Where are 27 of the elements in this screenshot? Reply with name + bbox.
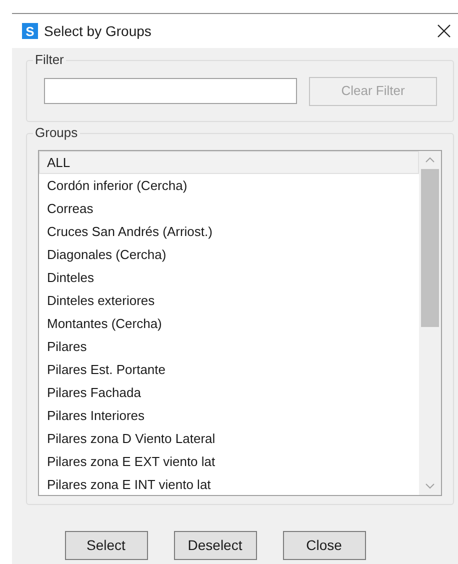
group-item[interactable]: Cordón inferior (Cercha) xyxy=(39,174,419,197)
group-item[interactable]: Dinteles xyxy=(39,266,419,289)
scroll-down-icon[interactable] xyxy=(425,483,435,489)
group-item[interactable]: ALL xyxy=(39,151,419,174)
groups-label: Groups xyxy=(33,125,80,141)
group-item[interactable]: Pilares zona E INT viento lat xyxy=(39,473,419,495)
scroll-up-icon[interactable] xyxy=(425,157,435,163)
group-item[interactable]: Montantes (Cercha) xyxy=(39,312,419,335)
group-item[interactable]: Pilares xyxy=(39,335,419,358)
group-item[interactable]: Correas xyxy=(39,197,419,220)
dialog-button[interactable]: Select xyxy=(64,531,148,560)
filter-field[interactable] xyxy=(44,78,297,104)
scrollbar[interactable] xyxy=(419,151,441,495)
dialog-button[interactable]: Deselect xyxy=(174,531,256,560)
dialog-button[interactable]: Close xyxy=(282,531,366,560)
group-item[interactable]: Pilares Fachada xyxy=(39,381,419,404)
group-item[interactable]: Pilares Est. Portante xyxy=(39,358,419,381)
group-item[interactable]: Dinteles exteriores xyxy=(39,289,419,312)
window-title: Select by Groups xyxy=(44,22,152,41)
group-item[interactable]: Diagonales (Cercha) xyxy=(39,243,419,266)
scroll-thumb[interactable] xyxy=(421,169,439,327)
group-item[interactable]: Pilares zona D Viento Lateral xyxy=(39,427,419,450)
close-icon[interactable] xyxy=(436,23,452,39)
group-item[interactable]: Pilares zona E EXT viento lat xyxy=(39,450,419,473)
group-item[interactable]: Pilares Interiores xyxy=(39,404,419,427)
app-logo: S xyxy=(22,23,38,39)
group-item[interactable]: Cruces San Andrés (Arriost.) xyxy=(39,220,419,243)
